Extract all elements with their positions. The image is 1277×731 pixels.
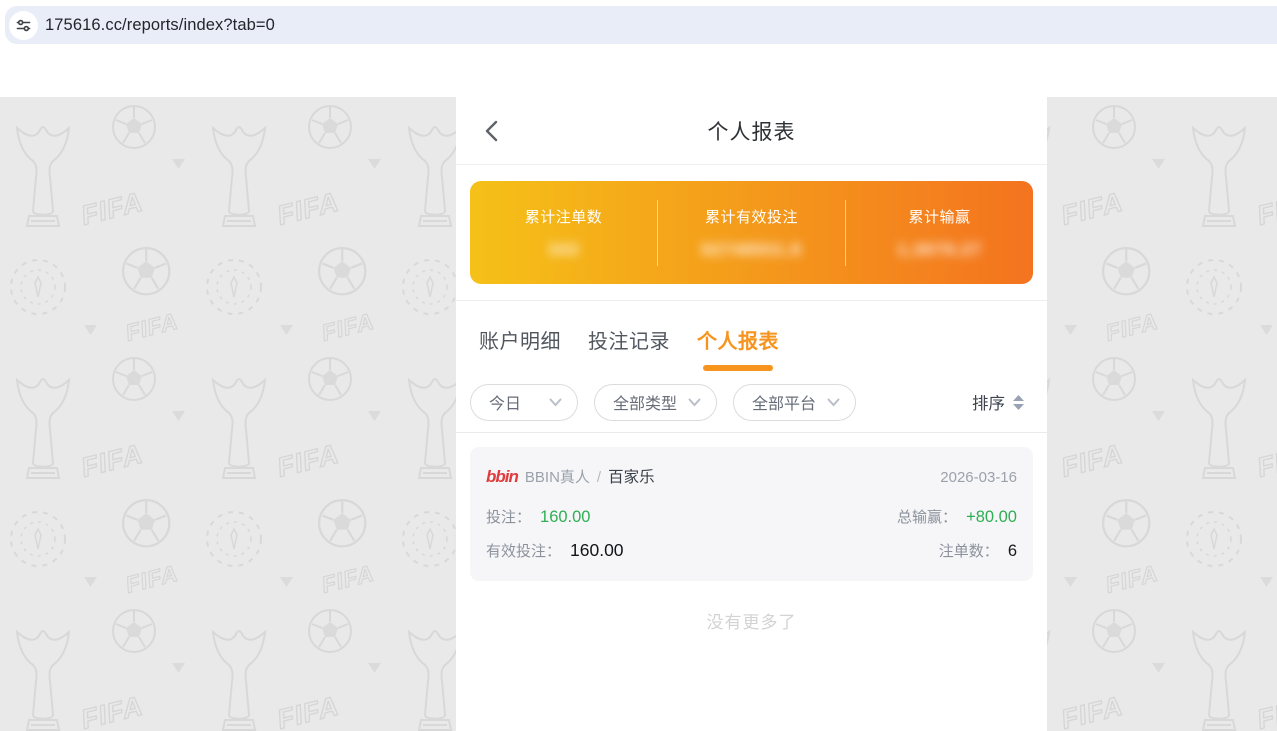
tab-betting-records[interactable]: 投注记录: [588, 325, 670, 371]
filter-bar: 今日 全部类型 全部平台 排序: [456, 383, 1047, 421]
report-date: 2026-03-16: [940, 469, 1017, 486]
provider-name: BBIN真人: [524, 469, 590, 486]
game-name: 百家乐: [608, 469, 655, 486]
stat-value-blurred: 1,3679.27: [897, 239, 982, 259]
stat-label: 累计注单数: [524, 208, 603, 226]
chevron-down-icon: [549, 398, 562, 406]
total-winloss: 总输赢： +80.00: [897, 508, 1017, 526]
app-header: 个人报表: [456, 97, 1047, 165]
tune-icon: [16, 19, 31, 31]
sort-arrows-icon: [1013, 394, 1024, 410]
report-item-row: 投注： 160.00 总输赢： +80.00: [486, 506, 1017, 527]
tab-bar: 账户明细 投注记录 个人报表: [456, 301, 1047, 371]
tab-personal-report[interactable]: 个人报表: [697, 325, 779, 371]
no-more-label: 没有更多了: [706, 613, 797, 632]
tab-underline: [594, 365, 664, 371]
valid-bet-amount: 有效投注： 160.00: [486, 540, 624, 560]
report-item-header: bbin BBIN真人 / 百家乐 2026-03-16: [486, 465, 1017, 487]
tab-underline: [485, 365, 555, 371]
platform-dropdown[interactable]: 全部平台: [733, 383, 856, 421]
url-text[interactable]: 175616.cc/reports/index?tab=0: [45, 16, 275, 35]
address-omnibox[interactable]: 175616.cc/reports/index?tab=0: [5, 6, 1277, 44]
stat-total-bets: 累计注单数 343: [470, 206, 657, 260]
bet-amount: 投注： 160.00: [486, 508, 591, 526]
separator: /: [596, 469, 602, 486]
type-dropdown[interactable]: 全部类型: [594, 383, 717, 421]
bet-count: 注单数： 6: [938, 542, 1017, 560]
stat-value-blurred: 343: [547, 239, 580, 259]
summary-stats-card: 累计注单数 343 累计有效投注 62748931.8 累计输赢 1,3679.…: [470, 181, 1033, 284]
stat-total-winloss: 累计输赢 1,3679.27: [846, 206, 1033, 260]
stat-label: 累计输赢: [908, 208, 971, 226]
tab-account-details[interactable]: 账户明细: [479, 325, 561, 371]
back-button[interactable]: [482, 118, 506, 144]
stat-total-valid-bets: 累计有效投注 62748931.8: [658, 206, 845, 260]
stat-label: 累计有效投注: [704, 208, 798, 226]
app-column: 个人报表 累计注单数 343 累计有效投注 62748931.8 累计输赢 1,…: [456, 97, 1047, 731]
chevron-down-icon: [827, 398, 840, 406]
chevron-down-icon: [688, 398, 701, 406]
browser-bar: 175616.cc/reports/index?tab=0: [0, 0, 1277, 48]
site-settings-icon[interactable]: [9, 10, 38, 40]
report-item-row: 有效投注： 160.00 注单数： 6: [486, 540, 1017, 561]
chevron-left-icon: [485, 120, 498, 141]
active-tab-underline: [703, 365, 773, 371]
bbin-logo: bbin: [486, 467, 519, 486]
section-divider: [456, 432, 1047, 433]
provider-info: bbin BBIN真人 / 百家乐: [486, 465, 655, 487]
date-range-dropdown[interactable]: 今日: [470, 383, 578, 421]
sort-control[interactable]: 排序: [972, 390, 1025, 414]
stat-value-blurred: 62748931.8: [701, 239, 802, 259]
screen: 175616.cc/reports/index?tab=0 FIFA: [0, 0, 1277, 731]
page-title: 个人报表: [707, 120, 796, 144]
report-list-item: bbin BBIN真人 / 百家乐 2026-03-16 投注： 160.00 …: [470, 447, 1033, 581]
